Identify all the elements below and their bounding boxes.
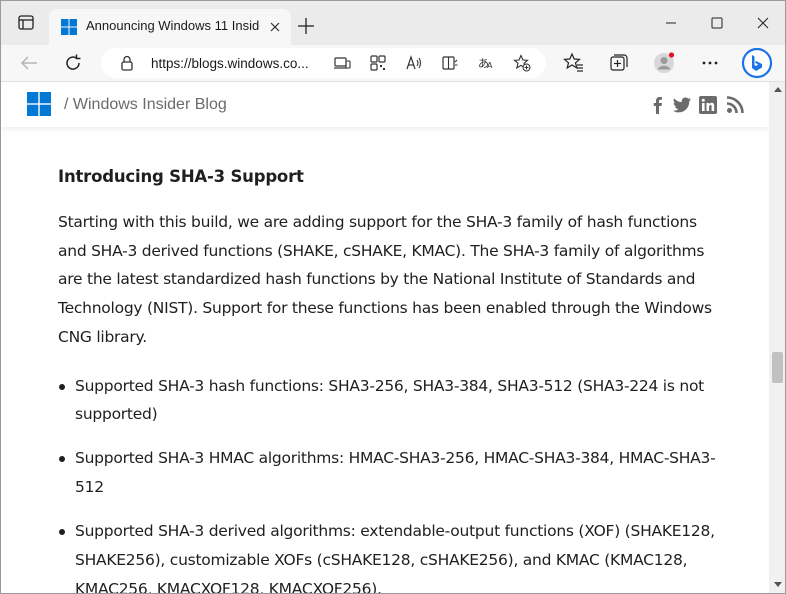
page-viewport: / Windows Insider Blog Introducing SHA-3…	[1, 82, 769, 593]
lock-icon[interactable]	[118, 54, 136, 72]
favorites-icon[interactable]	[562, 51, 586, 75]
back-icon[interactable]	[17, 51, 41, 75]
vertical-scrollbar[interactable]	[769, 82, 785, 593]
bing-copilot-icon[interactable]	[741, 47, 773, 79]
collections-icon[interactable]	[607, 51, 631, 75]
url-text: https://blogs.windows.co...	[151, 56, 309, 71]
site-name[interactable]: / Windows Insider Blog	[64, 96, 227, 114]
read-aloud-icon[interactable]	[405, 54, 423, 72]
minimize-icon[interactable]	[657, 11, 685, 35]
tab-actions-button[interactable]	[11, 14, 41, 34]
section-heading: Introducing SHA-3 Support	[58, 167, 304, 186]
tab-actions-icon	[18, 15, 34, 30]
list-item: Supported SHA-3 hash functions: SHA3-256…	[58, 372, 718, 429]
title-bar: Announcing Windows 11 Insider	[1, 1, 785, 45]
browser-toolbar: https://blogs.windows.co... あ A	[1, 45, 785, 82]
list-item: Supported SHA-3 derived algorithms: exte…	[58, 517, 718, 593]
windows-logo-icon	[61, 19, 77, 35]
article-content: Introducing SHA-3 Support Starting with …	[58, 167, 718, 593]
new-tab-icon[interactable]	[295, 15, 317, 37]
site-header: / Windows Insider Blog	[1, 82, 769, 127]
address-bar[interactable]: https://blogs.windows.co... あ A	[101, 48, 546, 78]
browser-window: Announcing Windows 11 Insider https://bl…	[0, 0, 786, 594]
linkedin-icon[interactable]	[698, 96, 718, 114]
close-window-icon[interactable]	[749, 11, 777, 35]
add-favorite-icon[interactable]	[513, 54, 531, 72]
feature-list: Supported SHA-3 hash functions: SHA3-256…	[58, 372, 718, 593]
refresh-icon[interactable]	[61, 51, 85, 75]
scrollbar-thumb[interactable]	[772, 352, 783, 383]
svg-text:A: A	[487, 61, 493, 70]
translate-icon[interactable]: あ A	[477, 54, 495, 72]
more-options-icon[interactable]	[698, 51, 722, 75]
profile-avatar-icon[interactable]	[652, 51, 676, 75]
list-item: Supported SHA-3 HMAC algorithms: HMAC-SH…	[58, 444, 718, 501]
tab-active[interactable]: Announcing Windows 11 Insider	[49, 9, 291, 45]
windows-logo-icon[interactable]	[27, 92, 51, 116]
scroll-up-arrow-icon[interactable]	[774, 87, 782, 92]
twitter-icon[interactable]	[672, 96, 692, 114]
immersive-reader-icon[interactable]	[441, 54, 459, 72]
rss-icon[interactable]	[726, 96, 746, 114]
qr-code-icon[interactable]	[369, 54, 387, 72]
intro-paragraph: Starting with this build, we are adding …	[58, 213, 712, 346]
tab-title: Announcing Windows 11 Insider	[86, 18, 260, 33]
scroll-down-arrow-icon[interactable]	[774, 582, 782, 587]
maximize-icon[interactable]	[703, 11, 731, 35]
close-tab-icon[interactable]	[267, 19, 283, 35]
facebook-icon[interactable]	[648, 96, 668, 114]
app-available-icon[interactable]	[333, 54, 351, 72]
